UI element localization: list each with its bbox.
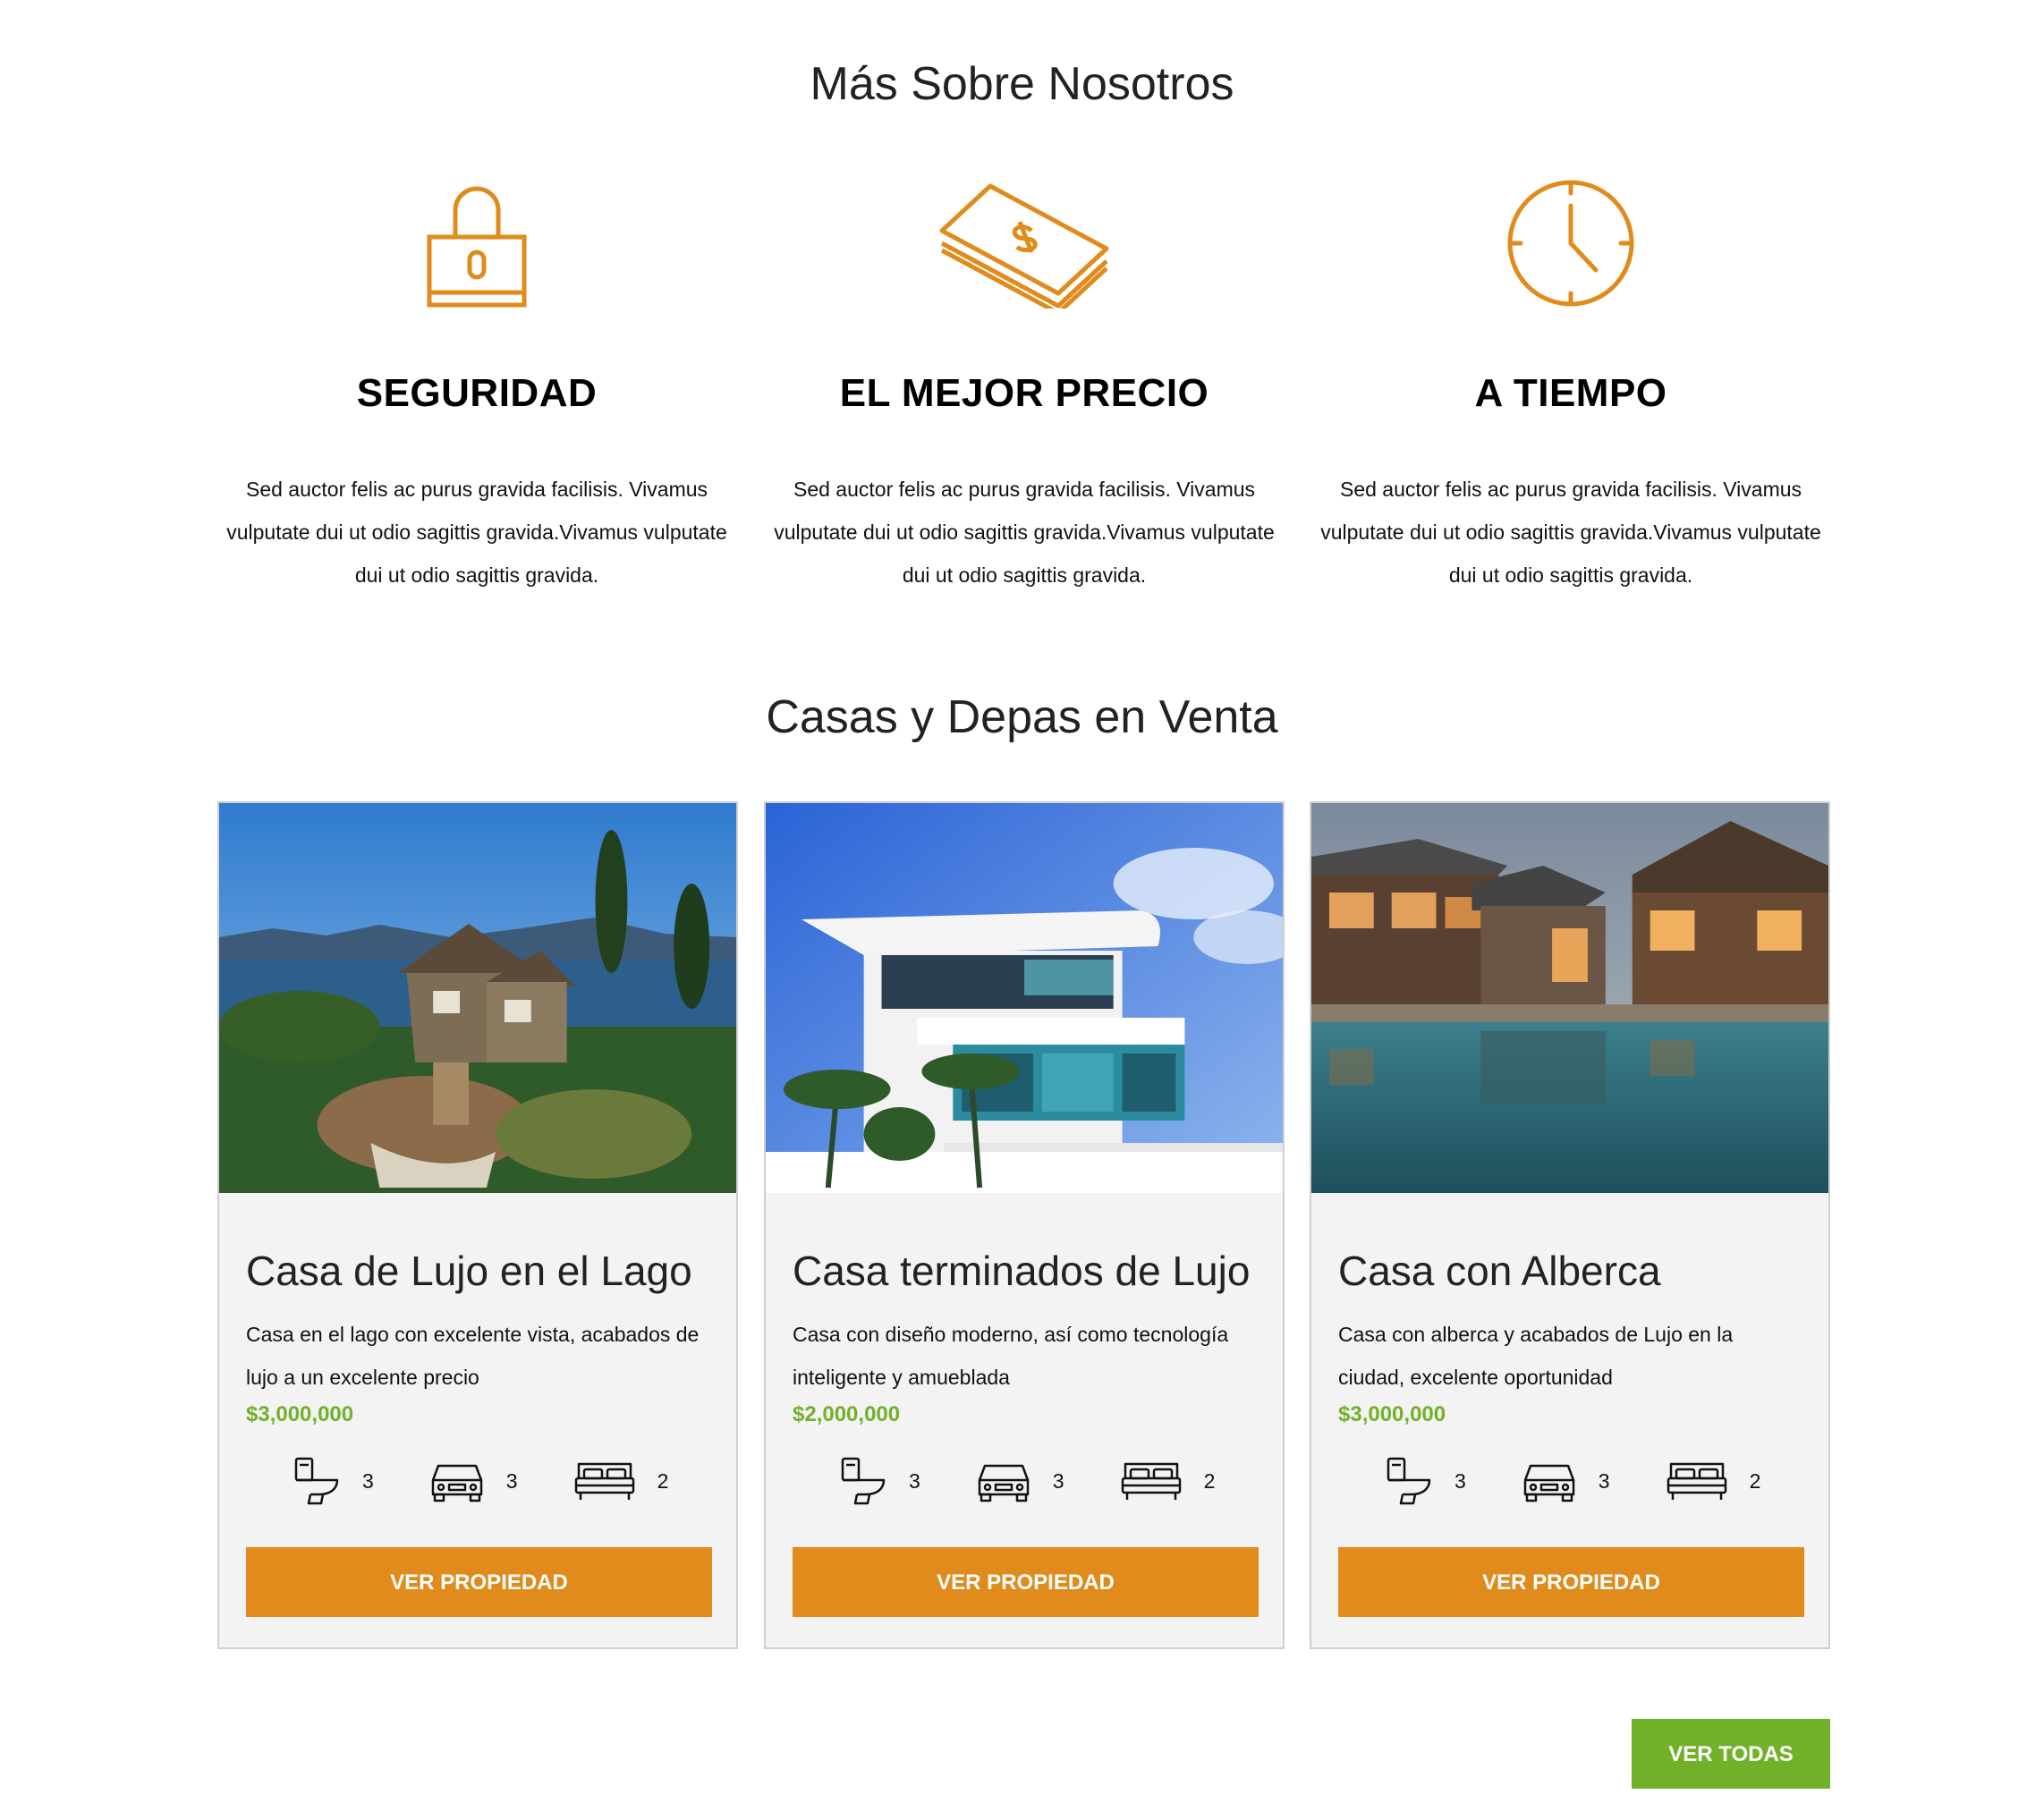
listings-grid: Casa de Lujo en el Lago Casa en el lago … [217, 801, 1832, 1651]
car-icon [431, 1464, 483, 1502]
amenity-bedrooms: 2 [573, 1459, 669, 1503]
amenities: 3 3 2 [1338, 1452, 1802, 1510]
feature-text: Sed auctor felis ac purus gravida facili… [1320, 478, 1821, 587]
amenity-baths-count: 3 [1455, 1468, 1466, 1493]
card-body: Casa terminados de Lujo Casa con diseño … [766, 1247, 1283, 1617]
amenity-bedrooms: 2 [1666, 1459, 1761, 1503]
card-description: Casa con alberca y acabados de Lujo en l… [1338, 1323, 1734, 1389]
car-icon [978, 1464, 1030, 1502]
amenity-baths: 3 [291, 1456, 374, 1506]
view-property-button[interactable]: VER PROPIEDAD [1338, 1547, 1804, 1617]
card-title: Casa terminados de Lujo [793, 1248, 1251, 1294]
feature-seguridad: SEGURIDAD Sed auctor felis ac purus grav… [217, 179, 736, 597]
bed-icon [1121, 1462, 1181, 1500]
amenity-parking: 3 [976, 1459, 1064, 1503]
card-title: Casa de Lujo en el Lago [246, 1248, 692, 1294]
amenity-baths: 3 [1383, 1456, 1466, 1506]
bed-icon [574, 1462, 634, 1500]
card-body: Casa de Lujo en el Lago Casa en el lago … [219, 1247, 736, 1617]
listings-section-title: Casas y Depas en Venta [766, 691, 1278, 743]
feature-a-tiempo: A TIEMPO Sed auctor felis ac purus gravi… [1311, 179, 1830, 597]
bed-icon [1667, 1462, 1726, 1500]
amenity-baths: 3 [837, 1456, 920, 1506]
lock-icon [427, 186, 527, 308]
feature-title: A TIEMPO [1474, 371, 1667, 415]
card-body: Casa con Alberca Casa con alberca y acab… [1311, 1247, 1828, 1617]
card-price: $2,000,000 [793, 1402, 901, 1426]
property-card: Casa con Alberca Casa con alberca y acab… [1310, 801, 1830, 1649]
amenity-parking-count: 3 [1052, 1468, 1064, 1493]
card-description: Casa en el lago con excelente vista, aca… [246, 1323, 700, 1389]
card-price: $3,000,000 [1338, 1402, 1446, 1426]
amenity-bedrooms-count: 2 [657, 1468, 669, 1493]
feature-text: Sed auctor felis ac purus gravida facili… [774, 478, 1275, 587]
amenity-baths-count: 3 [909, 1468, 920, 1493]
amenity-parking-count: 3 [1598, 1468, 1610, 1493]
view-property-button[interactable]: VER PROPIEDAD [246, 1547, 712, 1617]
property-photo-pool-house [1311, 803, 1828, 1193]
about-section-title: Más Sobre Nosotros [810, 58, 1234, 110]
amenity-bedrooms: 2 [1120, 1459, 1216, 1503]
amenity-parking-count: 3 [505, 1468, 518, 1493]
feature-mejor-precio: EL MEJOR PRECIO Sed auctor felis ac puru… [765, 179, 1284, 597]
amenity-bedrooms-count: 2 [1749, 1468, 1761, 1493]
amenity-bedrooms-count: 2 [1203, 1468, 1216, 1493]
card-description: Casa con diseño moderno, así como tecnol… [793, 1323, 1229, 1389]
card-price: $3,000,000 [246, 1402, 354, 1426]
clock-icon [1507, 180, 1634, 307]
property-photo-modern-house [766, 803, 1283, 1193]
view-property-button[interactable]: VER PROPIEDAD [793, 1547, 1259, 1617]
features-row: SEGURIDAD Sed auctor felis ac purus grav… [217, 179, 1832, 626]
view-all-button[interactable]: VER TODAS [1632, 1719, 1830, 1789]
feature-title: SEGURIDAD [356, 371, 598, 415]
feature-title: EL MEJOR PRECIO [839, 371, 1209, 415]
amenity-baths-count: 3 [362, 1468, 374, 1493]
card-title: Casa con Alberca [1338, 1248, 1661, 1294]
amenities: 3 3 2 [793, 1452, 1256, 1510]
toilet-icon [841, 1457, 886, 1505]
toilet-icon [294, 1457, 339, 1505]
amenity-parking: 3 [1522, 1459, 1610, 1503]
property-card: Casa de Lujo en el Lago Casa en el lago … [217, 801, 738, 1649]
property-card: Casa terminados de Lujo Casa con diseño … [764, 801, 1285, 1649]
money-icon [939, 183, 1109, 309]
property-photo-lake-house [219, 803, 736, 1193]
feature-text: Sed auctor felis ac purus gravida facili… [226, 478, 727, 587]
amenities: 3 3 2 [246, 1452, 709, 1510]
car-icon [1523, 1464, 1575, 1502]
amenity-parking: 3 [429, 1459, 518, 1503]
page: Más Sobre Nosotros SEGURIDAD Sed auctor … [0, 0, 2044, 1811]
toilet-icon [1387, 1457, 1431, 1505]
